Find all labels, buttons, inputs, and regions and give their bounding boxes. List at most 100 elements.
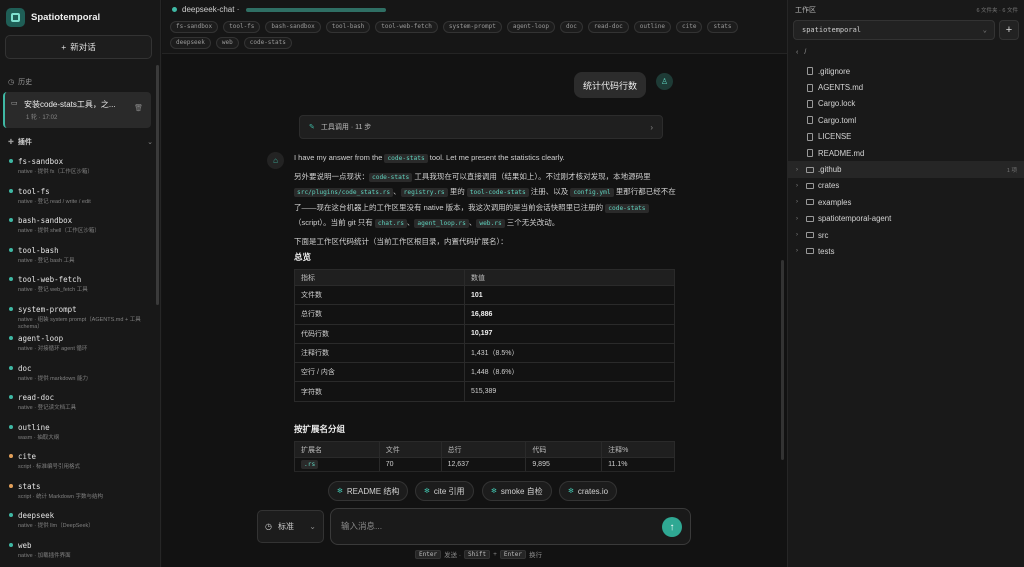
plugin-item[interactable]: agent-loop native · 对接循环 agent 循环 bbox=[0, 332, 160, 362]
folder-icon bbox=[806, 215, 814, 222]
table-row: 注释行数 1,431（8.5%） bbox=[294, 342, 675, 364]
sidebar-scrollbar[interactable] bbox=[156, 65, 159, 305]
plugin-tag[interactable]: tool-bash bbox=[325, 21, 371, 33]
assistant-message: I have my answer from the code-stats too… bbox=[294, 151, 677, 252]
plugin-desc: native · 组装 system prompt（AGENTS.md + 工具… bbox=[18, 316, 141, 330]
plugin-tag[interactable]: tool-web-fetch bbox=[375, 21, 438, 33]
tool-call-toggle[interactable]: ✎ 工具调用 · 11 步 › bbox=[299, 115, 663, 139]
plugin-item[interactable]: outline wasm · 抽取大纲 bbox=[0, 421, 160, 451]
folder-item[interactable]: › src bbox=[788, 227, 1024, 243]
send-button[interactable]: ↑ bbox=[662, 517, 682, 537]
suggestion-chip[interactable]: ✻ smoke 自检 bbox=[482, 481, 552, 501]
plugin-desc: script · 统计 Markdown 字数与结构 bbox=[18, 493, 103, 500]
plugin-item[interactable]: doc native · 提供 markdown 能力 bbox=[0, 362, 160, 392]
suggestion-chip[interactable]: ✻ crates.io bbox=[559, 481, 618, 501]
status-dot bbox=[9, 454, 13, 458]
table-row: 文件数 101 bbox=[294, 284, 675, 306]
plugin-item[interactable]: deepseek native · 提供 llm（DeepSeek） bbox=[0, 509, 160, 539]
file-name: .gitignore bbox=[818, 66, 851, 76]
add-workspace-button[interactable]: + bbox=[999, 20, 1019, 40]
plugin-name: tool-fs bbox=[18, 186, 50, 196]
file-item[interactable]: README.md bbox=[788, 145, 1024, 161]
chevron-right-icon: › bbox=[796, 232, 798, 239]
table-header-row: 指标 数值 bbox=[294, 269, 675, 286]
folder-icon bbox=[806, 166, 814, 173]
table-cell: 注释行数 bbox=[294, 342, 465, 364]
message-input[interactable] bbox=[341, 521, 641, 531]
plugin-item[interactable]: tool-fs native · 登记 read / write / edit bbox=[0, 185, 160, 215]
file-item[interactable]: Cargo.toml bbox=[788, 112, 1024, 128]
folder-item[interactable]: › examples bbox=[788, 194, 1024, 210]
folder-item[interactable]: › spatiotemporal-agent bbox=[788, 211, 1024, 227]
plugin-tag[interactable]: doc bbox=[559, 21, 583, 33]
plugin-name: bash-sandbox bbox=[18, 216, 73, 225]
plugin-item[interactable]: fs-sandbox native · 提供 fs（工作区沙箱） bbox=[0, 155, 160, 185]
file-item[interactable]: Cargo.lock bbox=[788, 96, 1024, 112]
table-row: 代码行数 10,197 bbox=[294, 323, 675, 344]
plugin-tag[interactable]: outline bbox=[633, 21, 672, 33]
plugin-tag[interactable]: tool-fs bbox=[223, 21, 261, 33]
plugins-label: 插件 bbox=[17, 139, 32, 146]
plugin-item[interactable]: bash-sandbox native · 提供 shell（工作区沙箱） bbox=[0, 214, 160, 244]
plugin-tag[interactable]: web bbox=[215, 37, 239, 49]
plugin-tag[interactable]: code-stats bbox=[243, 37, 292, 49]
file-icon bbox=[807, 149, 813, 158]
plugin-item[interactable]: cite script · 标准编号引用格式 bbox=[0, 450, 160, 480]
plugin-item[interactable]: read-doc native · 登记读文档工具 bbox=[0, 391, 160, 421]
column-header: 注释% bbox=[601, 441, 675, 458]
keyboard-hint: Enter 发送 · Shift + Enter 换行 bbox=[415, 549, 542, 559]
folder-item[interactable]: › tests bbox=[788, 243, 1024, 259]
inline-code: registry.rs bbox=[400, 188, 448, 197]
summary-paragraph: 下面是工作区代码统计（当前工作区根目录，内置代码扩展名）： bbox=[294, 236, 508, 246]
column-header: 数值 bbox=[464, 269, 675, 286]
chevron-left-icon[interactable]: ‹ bbox=[796, 49, 798, 56]
plugin-desc: native · 登记 bash 工具 bbox=[18, 257, 75, 264]
plugin-tag[interactable]: system-prompt bbox=[442, 21, 502, 33]
file-item[interactable]: LICENSE bbox=[788, 129, 1024, 145]
table-cell: 字符数 bbox=[294, 381, 465, 402]
chevron-down-icon: ⌄ bbox=[147, 139, 153, 146]
plugin-tag[interactable]: read-doc bbox=[587, 21, 629, 33]
table-row: 总行数 16,886 bbox=[294, 304, 675, 325]
plugins-section-header[interactable]: ✚ 插件 ⌄ bbox=[8, 137, 153, 147]
hint-send: 发送 · bbox=[444, 552, 462, 559]
suggestion-chip[interactable]: ✻ cite 引用 bbox=[415, 481, 474, 501]
file-name: Cargo.lock bbox=[818, 99, 856, 109]
workspace-select-value: spatiotemporal bbox=[802, 26, 862, 34]
chevron-right-icon: › bbox=[796, 248, 798, 255]
plugin-item[interactable]: stats script · 统计 Markdown 字数与结构 bbox=[0, 480, 160, 510]
column-header: 扩展名 bbox=[294, 441, 380, 458]
plugin-item[interactable]: tool-bash native · 登记 bash 工具 bbox=[0, 244, 160, 274]
chat-scrollbar[interactable] bbox=[781, 260, 784, 460]
trash-icon[interactable]: 🗑 bbox=[134, 104, 143, 112]
plugin-tag[interactable]: agent-loop bbox=[506, 21, 555, 33]
extension-heading: 按扩展名分组 bbox=[294, 424, 346, 434]
new-chat-button[interactable]: + 新对话 bbox=[5, 35, 152, 59]
chat-icon: ▭ bbox=[11, 100, 18, 107]
plugin-item[interactable]: system-prompt native · 组装 system prompt（A… bbox=[0, 303, 160, 333]
inline-code: src/plugins/code_stats.rs bbox=[294, 188, 394, 197]
suggestion-chip[interactable]: ✻ README 结构 bbox=[328, 481, 409, 501]
file-item[interactable]: .gitignore bbox=[788, 63, 1024, 79]
folder-item[interactable]: › .github 1 项 bbox=[788, 161, 1024, 178]
inline-code: code-stats bbox=[384, 154, 428, 163]
plugin-item[interactable]: tool-web-fetch native · 登记 web_fetch 工具 bbox=[0, 273, 160, 303]
plugin-item[interactable]: web native · 加载插件界面 bbox=[0, 539, 160, 567]
mode-select[interactable]: ◷ 标准 ⌄ bbox=[257, 510, 324, 543]
plugin-tag[interactable]: fs-sandbox bbox=[170, 21, 219, 33]
history-item[interactable]: ▭ 安装code-stats工具，之... 1 轮 · 17:02 🗑 bbox=[3, 92, 151, 128]
plugin-tag[interactable]: stats bbox=[707, 21, 738, 33]
file-icon bbox=[807, 83, 813, 92]
table-row: 字符数 515,389 bbox=[294, 381, 675, 402]
plugin-tag[interactable]: deepseek bbox=[170, 37, 211, 49]
intro-paragraph: I have my answer from the code-stats too… bbox=[294, 153, 565, 163]
workspace-select[interactable]: spatiotemporal ⌄ bbox=[793, 20, 995, 40]
scroll-fade bbox=[162, 470, 787, 480]
plugin-tag[interactable]: bash-sandbox bbox=[265, 21, 321, 33]
file-item[interactable]: AGENTS.md bbox=[788, 79, 1024, 95]
folder-item[interactable]: › crates bbox=[788, 178, 1024, 194]
file-name: tests bbox=[818, 246, 835, 256]
plugin-name: doc bbox=[18, 363, 32, 373]
plugin-desc: native · 登记读文档工具 bbox=[18, 405, 77, 411]
plugin-tag[interactable]: cite bbox=[676, 21, 703, 33]
